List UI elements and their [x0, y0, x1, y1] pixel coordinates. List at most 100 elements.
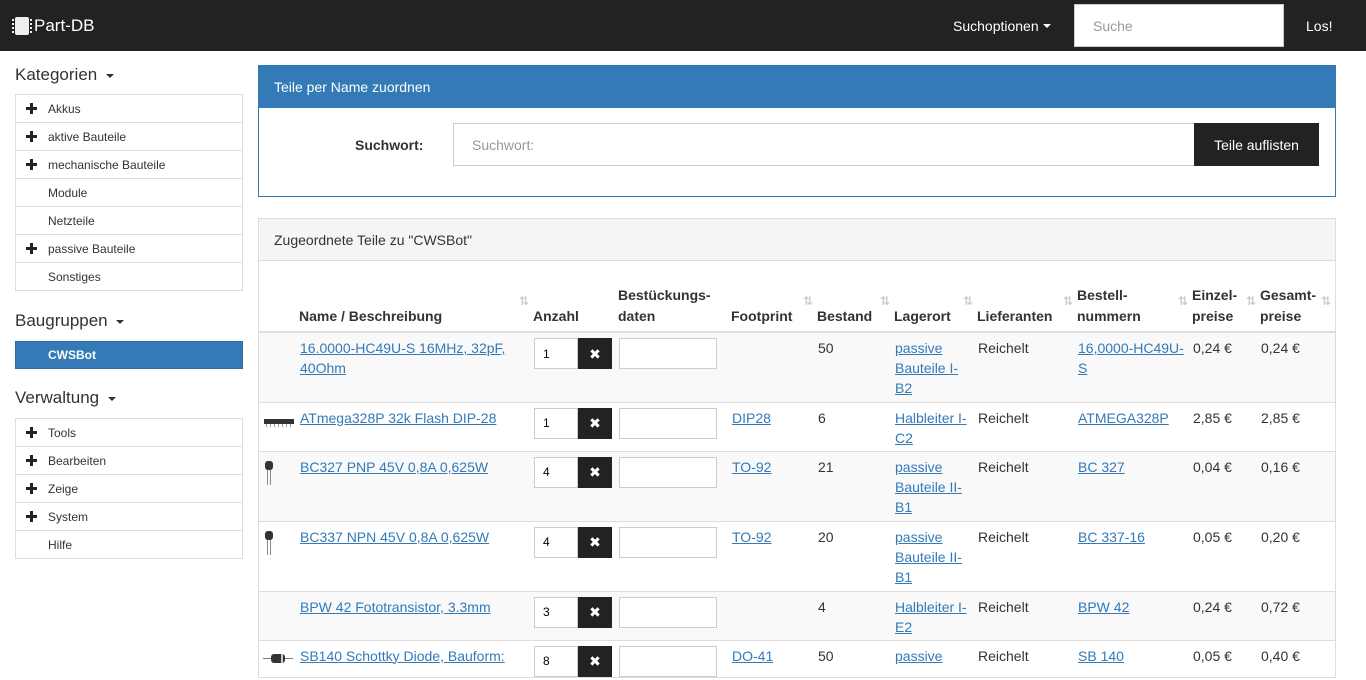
placement-input[interactable] — [619, 645, 717, 677]
part-thumbnail-cell — [259, 331, 299, 402]
footprint-link[interactable]: TO-92 — [732, 459, 771, 475]
location-link[interactable]: passive Bauteile II-B1 — [895, 459, 962, 515]
qty-input[interactable] — [534, 596, 578, 628]
placement-input[interactable] — [619, 338, 717, 369]
part-name-cell: SB140 Schottky Diode, Bauform: — [299, 639, 533, 680]
order-number-link[interactable]: 16,0000-HC49U-S — [1078, 340, 1184, 376]
col-footprint[interactable]: Footprint ⇅ — [731, 261, 817, 333]
sort-icon[interactable]: ⇅ — [1321, 291, 1331, 312]
col-suppliers[interactable]: Lieferanten ⇅ — [977, 261, 1077, 333]
col-stock[interactable]: Bestand ⇅ — [817, 261, 894, 333]
col-unit-price[interactable]: Einzel-preise ⇅ — [1192, 261, 1260, 333]
qty-input[interactable] — [534, 645, 578, 677]
part-thumbnail-cell — [259, 590, 299, 640]
plus-icon[interactable] — [26, 455, 37, 466]
qty-input[interactable] — [534, 338, 578, 369]
sort-icon[interactable]: ⇅ — [880, 291, 890, 312]
location-link[interactable]: passive Bauteile II-B1 — [895, 529, 962, 585]
qty-input[interactable] — [534, 456, 578, 488]
plus-icon[interactable] — [26, 103, 37, 114]
plus-icon[interactable] — [26, 243, 37, 254]
part-name-link[interactable]: 16.0000-HC49U-S 16MHz, 32pF, 40Ohm — [300, 340, 505, 376]
sidebar-item-cwsbot[interactable]: CWSBot — [15, 341, 243, 369]
qty-cell: ✖ — [533, 450, 618, 521]
sort-icon[interactable]: ⇅ — [963, 291, 973, 312]
location-link[interactable]: passive Bauteile I-B2 — [895, 340, 958, 396]
footprint-link[interactable]: DIP28 — [732, 410, 771, 426]
plus-icon[interactable] — [26, 483, 37, 494]
sort-icon[interactable]: ⇅ — [803, 291, 813, 312]
sidebar-item-netzteile[interactable]: Netzteile — [16, 207, 242, 235]
sidebar-item-module[interactable]: Module — [16, 179, 242, 207]
plus-icon[interactable] — [26, 511, 37, 522]
order-number-link[interactable]: BPW 42 — [1078, 599, 1129, 615]
part-name-link[interactable]: BPW 42 Fototransistor, 3.3mm — [300, 599, 491, 615]
sidebar-item-passive-bauteile[interactable]: passive Bauteile — [16, 235, 242, 263]
order-number-link[interactable]: SB 140 — [1078, 648, 1124, 664]
admin-tree: Tools Bearbeiten Zeige System Hilfe — [15, 418, 243, 559]
sort-icon[interactable]: ⇅ — [519, 291, 529, 312]
location-cell: passive Bauteile I-B2 — [894, 331, 977, 402]
sidebar-item-tools[interactable]: Tools — [16, 419, 242, 447]
remove-icon[interactable]: ✖ — [578, 407, 612, 439]
plus-icon[interactable] — [26, 131, 37, 142]
list-parts-button[interactable]: Teile auflisten — [1194, 123, 1319, 166]
remove-icon[interactable]: ✖ — [578, 456, 612, 488]
placement-input[interactable] — [619, 526, 717, 558]
qty-input[interactable] — [534, 407, 578, 439]
order-number-link[interactable]: BC 327 — [1078, 459, 1125, 475]
footprint-link[interactable]: TO-92 — [732, 529, 771, 545]
order-number-link[interactable]: ATMEGA328P — [1078, 410, 1169, 426]
sort-icon[interactable]: ⇅ — [1178, 291, 1188, 312]
search-term-input[interactable] — [453, 123, 1195, 166]
brand-link[interactable]: Part-DB — [12, 0, 94, 51]
sidebar-item-sonstiges[interactable]: Sonstiges — [16, 263, 242, 291]
col-order-numbers[interactable]: Bestell-nummern ⇅ — [1077, 261, 1192, 333]
unit-price-cell: 0,24 € — [1192, 590, 1260, 640]
placement-input[interactable] — [619, 407, 717, 439]
part-name-link[interactable]: SB140 Schottky Diode, Bauform: — [300, 648, 505, 664]
categories-title: Kategorien — [15, 65, 98, 84]
part-name-link[interactable]: ATmega328P 32k Flash DIP-28 — [300, 410, 496, 426]
plus-icon[interactable] — [26, 159, 37, 170]
sort-icon[interactable]: ⇅ — [1063, 291, 1073, 312]
sort-icon[interactable]: ⇅ — [1246, 291, 1256, 312]
sidebar-item-mechanische-bauteile[interactable]: mechanische Bauteile — [16, 151, 242, 179]
placement-input[interactable] — [619, 596, 717, 628]
part-name-link[interactable]: BC337 NPN 45V 0,8A 0,625W — [300, 529, 489, 545]
location-cell: passive Bauteile II-B1 — [894, 450, 977, 521]
search-input[interactable] — [1074, 4, 1284, 47]
qty-input[interactable] — [534, 526, 578, 558]
location-link[interactable]: passive — [895, 648, 942, 664]
sidebar-item-bearbeiten[interactable]: Bearbeiten — [16, 447, 242, 475]
remove-icon[interactable]: ✖ — [578, 596, 612, 628]
sidebar-item-label: Netzteile — [48, 213, 95, 228]
search-go-button[interactable]: Los! — [1306, 0, 1332, 51]
categories-header[interactable]: Kategorien — [15, 65, 114, 85]
plus-icon[interactable] — [26, 427, 37, 438]
groups-header[interactable]: Baugruppen — [15, 311, 125, 331]
location-link[interactable]: Halbleiter I-E2 — [895, 599, 967, 635]
placement-input[interactable] — [619, 456, 717, 488]
admin-header[interactable]: Verwaltung — [15, 388, 116, 408]
sidebar-item-akkus[interactable]: Akkus — [16, 95, 242, 123]
col-total-price[interactable]: Gesamt-preise ⇅ — [1260, 261, 1335, 333]
sidebar-item-system[interactable]: System — [16, 503, 242, 531]
order-number-link[interactable]: BC 337-16 — [1078, 529, 1145, 545]
col-icon — [259, 261, 299, 333]
remove-icon[interactable]: ✖ — [578, 338, 612, 369]
footprint-link[interactable]: DO-41 — [732, 648, 773, 664]
search-options-dropdown[interactable]: Suchoptionen — [953, 0, 1051, 51]
remove-icon[interactable]: ✖ — [578, 645, 612, 677]
col-location[interactable]: Lagerort ⇅ — [894, 261, 977, 333]
location-link[interactable]: Halbleiter I-C2 — [895, 410, 967, 446]
sidebar-item-aktive-bauteile[interactable]: aktive Bauteile — [16, 123, 242, 151]
sidebar-item-zeige[interactable]: Zeige — [16, 475, 242, 503]
col-name[interactable]: Name / Beschreibung ⇅ — [299, 261, 533, 333]
table-row: 16.0000-HC49U-S 16MHz, 32pF, 40Ohm ✖ 50pas… — [259, 331, 1335, 402]
location-cell: passive Bauteile II-B1 — [894, 520, 977, 591]
sidebar-item-hilfe[interactable]: Hilfe — [16, 531, 242, 559]
part-name-link[interactable]: BC327 PNP 45V 0,8A 0,625W — [300, 459, 488, 475]
categories-tree: Akkus aktive Bauteile mechanische Bautei… — [15, 94, 243, 291]
remove-icon[interactable]: ✖ — [578, 526, 612, 558]
